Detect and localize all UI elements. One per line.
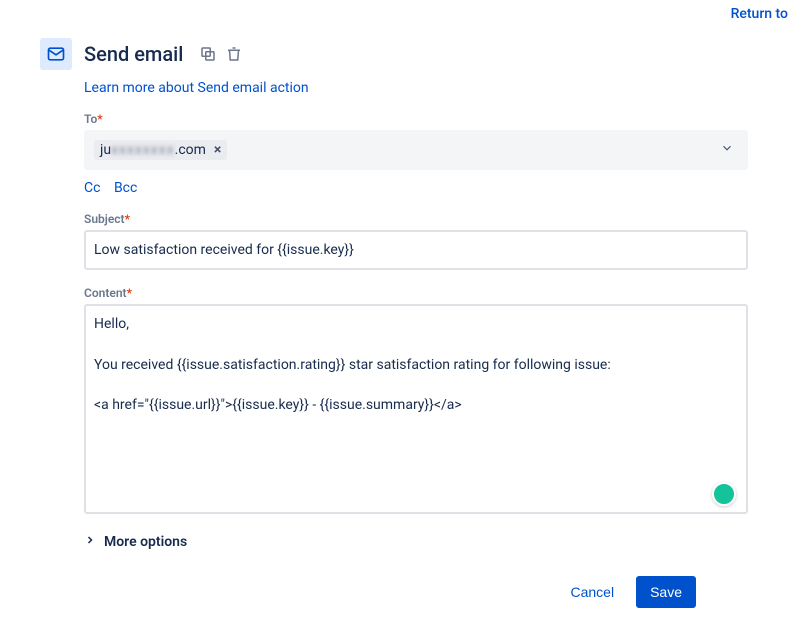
copy-icon[interactable] bbox=[199, 45, 217, 63]
save-button[interactable]: Save bbox=[636, 576, 696, 608]
page-title: Send email bbox=[84, 42, 183, 66]
to-field[interactable]: juxxxxxxxx.com × bbox=[84, 130, 748, 170]
subject-input[interactable] bbox=[84, 230, 748, 270]
remove-chip-icon[interactable]: × bbox=[214, 142, 221, 158]
content-textarea[interactable] bbox=[84, 304, 748, 514]
email-icon bbox=[40, 38, 72, 70]
cc-link[interactable]: Cc bbox=[84, 180, 100, 196]
delete-icon[interactable] bbox=[225, 45, 243, 63]
content-label: Content* bbox=[84, 286, 748, 300]
cancel-button[interactable]: Cancel bbox=[560, 576, 624, 608]
return-link[interactable]: Return to bbox=[731, 6, 788, 22]
footer-actions: Cancel Save bbox=[40, 576, 748, 608]
more-options-toggle[interactable]: More options bbox=[84, 534, 748, 550]
more-options-label: More options bbox=[104, 534, 187, 550]
send-email-panel: Send email Learn more about Send email a… bbox=[0, 0, 788, 608]
learn-more-link[interactable]: Learn more about Send email action bbox=[84, 80, 309, 96]
subject-label: Subject* bbox=[84, 212, 748, 226]
grammarly-icon[interactable] bbox=[712, 482, 736, 506]
recipient-chip: juxxxxxxxx.com × bbox=[94, 140, 227, 160]
chevron-right-icon bbox=[84, 534, 96, 550]
panel-header: Send email bbox=[40, 38, 748, 70]
bcc-link[interactable]: Bcc bbox=[114, 180, 137, 196]
chevron-down-icon[interactable] bbox=[720, 141, 734, 159]
to-label: To* bbox=[84, 112, 748, 126]
